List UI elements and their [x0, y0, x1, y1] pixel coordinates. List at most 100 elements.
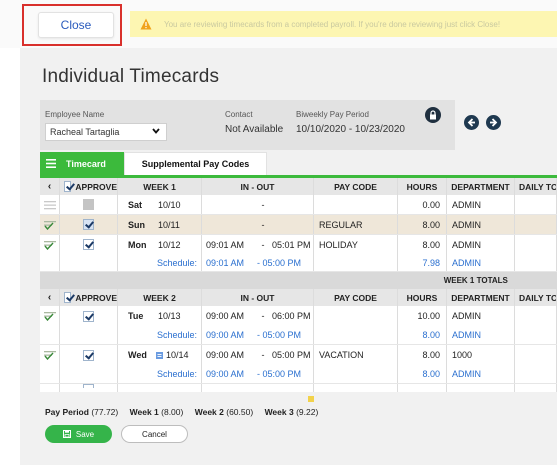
- schedule-out: - 05:00 PM: [257, 257, 302, 268]
- department-value[interactable]: ADMIN: [447, 195, 515, 214]
- collapse-left-icon[interactable]: ‹: [48, 292, 51, 303]
- contact-value: Not Available: [225, 124, 284, 135]
- time-out[interactable]: 06:00 PM: [272, 311, 311, 321]
- schedule-out: - 05:00 PM: [257, 330, 302, 340]
- day-date: 10/11: [158, 219, 180, 230]
- schedule-in: 09:01 AM: [206, 257, 245, 268]
- daily-total-header: DAILY TO: [515, 289, 557, 306]
- schedule-hours: 8.00: [398, 326, 447, 344]
- approve-all-week1-checkbox[interactable]: [64, 181, 72, 192]
- pay-code[interactable]: VACATION: [314, 345, 398, 365]
- contact-label: Contact: [225, 110, 253, 119]
- week3-summary-value: (9.22): [296, 407, 319, 417]
- week1-summary-label: Week 1: [129, 407, 159, 417]
- week3-summary-label: Week 3: [264, 407, 294, 417]
- approve-all-week2-checkbox[interactable]: [64, 292, 72, 303]
- department-header: DEPARTMENT: [447, 289, 515, 306]
- approved-edit-icon: [43, 220, 56, 230]
- hours-value: 8.00: [398, 345, 447, 365]
- warning-icon: [140, 18, 152, 30]
- week1-totals-label: WEEK 1 TOTALS: [443, 276, 508, 285]
- day-name: Sat: [128, 199, 143, 210]
- paycode-header: PAY CODE: [314, 178, 398, 195]
- page-title: Individual Timecards: [42, 66, 220, 87]
- week-header: WEEK 2: [118, 289, 202, 306]
- day-date: 10/13: [158, 311, 181, 321]
- hours-value: 0.00: [398, 195, 447, 214]
- schedule-in: 09:00 AM: [206, 369, 245, 379]
- week2-summary-label: Week 2: [194, 407, 224, 417]
- schedule-row: Schedule: 09:00 AM - 05:00 PM 8.00 ADMIN: [40, 326, 557, 345]
- pay-code[interactable]: [314, 195, 398, 214]
- approved-edit-icon: [43, 240, 56, 250]
- schedule-department: ADMIN: [447, 365, 515, 383]
- department-value[interactable]: ADMIN: [447, 215, 515, 234]
- table-row: Tue 10/13 09:00 AM -06:00 PM 10.00 ADMIN: [40, 306, 557, 326]
- time-separator: -: [261, 311, 265, 321]
- save-label: Save: [75, 429, 95, 439]
- cancel-button[interactable]: Cancel: [121, 425, 188, 443]
- employee-select[interactable]: Racheal Tartaglia: [45, 123, 167, 141]
- time-in[interactable]: 09:00 AM: [206, 311, 254, 321]
- pay-period-summary-label: Pay Period: [45, 407, 89, 417]
- week2-summary-value: (60.50): [226, 407, 254, 417]
- approved-edit-icon: [43, 351, 56, 360]
- approve-checkbox[interactable]: [83, 310, 94, 322]
- time-out[interactable]: 05:00 PM: [272, 350, 311, 360]
- schedule-department: ADMIN: [447, 254, 515, 271]
- time-separator: -: [261, 239, 265, 250]
- next-period-icon[interactable]: [486, 115, 501, 130]
- table-row: Sun 10/11 - REGULAR 8.00 ADMIN: [40, 215, 557, 235]
- note-icon[interactable]: [156, 351, 163, 359]
- completed-payroll-banner: You are reviewing timecards from a compl…: [130, 11, 557, 37]
- department-value[interactable]: ADMIN: [447, 235, 515, 254]
- pay-code[interactable]: [314, 306, 398, 326]
- day-date: 10/14: [166, 350, 189, 360]
- day-date: 10/10: [158, 199, 181, 210]
- approve-checkbox[interactable]: [83, 349, 94, 361]
- approve-checkbox[interactable]: [83, 239, 94, 250]
- tab-supplemental-pay-codes[interactable]: Supplemental Pay Codes: [124, 152, 267, 175]
- time-in[interactable]: 09:00 AM: [206, 350, 254, 360]
- schedule-label: Schedule:: [118, 326, 202, 344]
- pay-code[interactable]: REGULAR: [314, 215, 398, 234]
- schedule-row: Schedule: 09:00 AM - 05:00 PM 8.00 ADMIN: [40, 365, 557, 384]
- schedule-label: Schedule:: [118, 365, 202, 383]
- employee-name-label: Employee Name: [45, 110, 105, 119]
- approve-checkbox[interactable]: [83, 219, 94, 230]
- inout-header: IN - OUT: [202, 289, 314, 306]
- time-separator: -: [261, 350, 265, 360]
- day-name: Tue: [128, 311, 144, 321]
- banner-text: You are reviewing timecards from a compl…: [164, 19, 501, 29]
- approve-checkbox[interactable]: [83, 384, 94, 388]
- table-row: Wed 10/14 09:00 AM -05:00 PM VACATION 8.00…: [40, 345, 557, 365]
- department-value[interactable]: 1000: [447, 345, 515, 365]
- schedule-department: ADMIN: [447, 326, 515, 344]
- schedule-out: - 05:00 PM: [257, 369, 302, 379]
- collapse-left-icon[interactable]: ‹: [48, 181, 51, 192]
- tab-timecard[interactable]: Timecard: [40, 152, 124, 175]
- save-button[interactable]: Save: [45, 425, 112, 443]
- schedule-hours: 7.98: [398, 254, 447, 271]
- approve-checkbox[interactable]: [83, 199, 94, 210]
- day-name: Sun: [128, 219, 145, 230]
- comment-marker-icon[interactable]: [308, 396, 314, 402]
- previous-period-icon[interactable]: [464, 115, 479, 130]
- hours-header: HOURS: [398, 289, 447, 306]
- time-in[interactable]: 09:01 AM: [206, 240, 254, 250]
- week1-summary-value: (8.00): [161, 407, 184, 417]
- time-out[interactable]: 05:01 PM: [272, 240, 311, 250]
- day-name: Wed: [128, 350, 147, 360]
- week1-header-row: ‹ APPROVE WEEK 1 IN - OUT PAY CODE HOURS…: [40, 178, 557, 195]
- department-value[interactable]: ADMIN: [447, 306, 515, 326]
- pay-period-label: Biweekly Pay Period: [296, 110, 369, 119]
- lock-icon[interactable]: [425, 107, 441, 123]
- chevron-down-icon: [152, 128, 160, 134]
- paycode-header: PAY CODE: [314, 289, 398, 306]
- day-date: 10/12: [158, 239, 181, 250]
- pay-code[interactable]: HOLIDAY: [314, 235, 398, 254]
- schedule-hours: 8.00: [398, 365, 447, 383]
- hours-summary: Pay Period (77.72) Week 1 (8.00) Week 2 …: [45, 407, 318, 417]
- close-button[interactable]: Close: [38, 12, 114, 38]
- inout-header: IN - OUT: [202, 178, 314, 195]
